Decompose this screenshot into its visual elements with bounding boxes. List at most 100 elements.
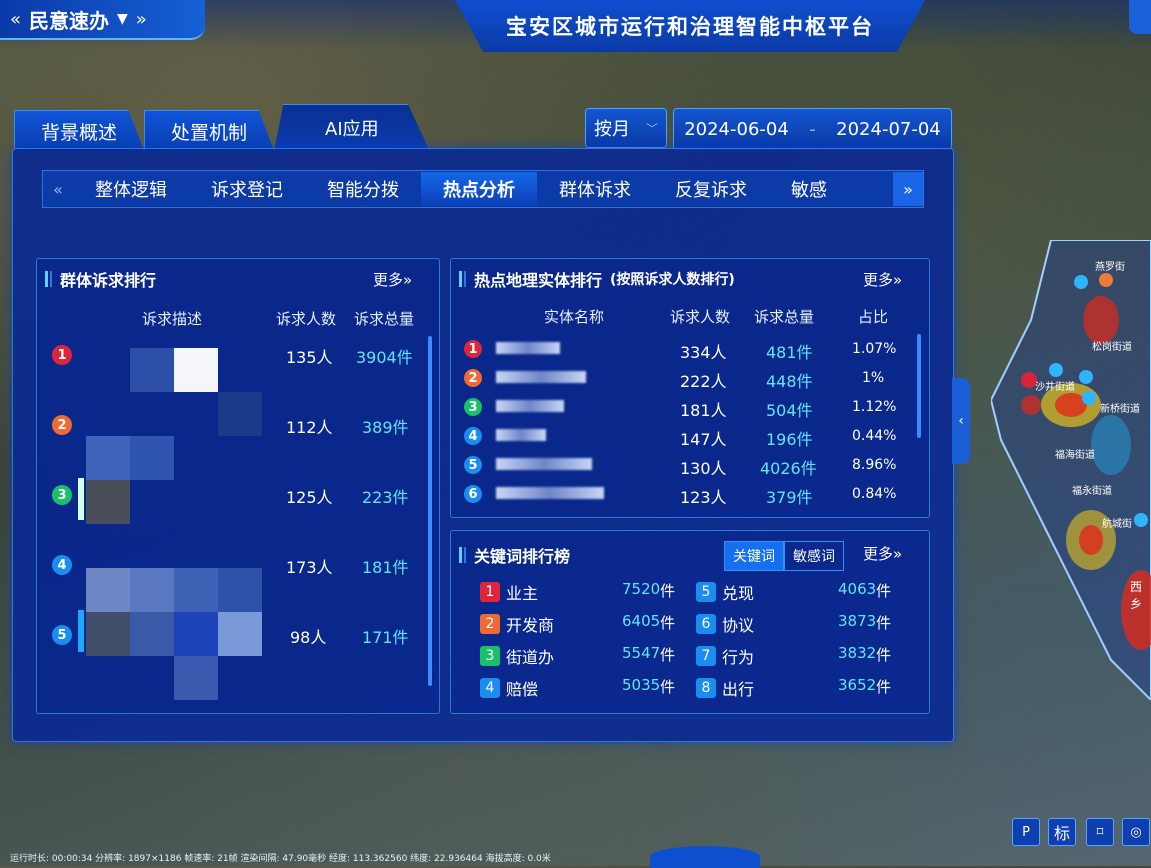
keyword-word: 街道办 (506, 648, 555, 667)
date-end[interactable]: 2024-07-04 (836, 119, 941, 140)
dropdown-triangle-icon[interactable]: ▼ (117, 11, 128, 27)
group-row-2-people: 112人 (286, 418, 333, 437)
blurred-entity-name (496, 429, 546, 441)
rank-badge: 6 (464, 485, 482, 503)
frame-tool-button[interactable]: ⌑ (1086, 818, 1114, 846)
group-rank-more-link[interactable]: 更多» (373, 269, 412, 290)
keyword-word: 兑现 (722, 584, 755, 603)
group-row-2-total: 389件 (362, 418, 409, 437)
keyword-item: 8 出行 (696, 676, 754, 700)
geo-row-2-percent: 1% (862, 370, 885, 386)
locate-tool-button[interactable]: ◎ (1122, 818, 1150, 846)
subtab-hotspot-analysis[interactable]: 热点分析 (421, 172, 537, 206)
rank-badge: 4 (464, 427, 482, 445)
module-switcher[interactable]: « 民意速办 ▼ » (0, 0, 205, 40)
platform-title: 宝安区城市运行和治理智能中枢平台 (506, 15, 874, 39)
module-name: 民意速办 (29, 8, 110, 33)
keyword-word: 赔偿 (506, 680, 539, 699)
bottom-dock-button[interactable] (650, 846, 760, 868)
sub-tabs: « 整体逻辑 诉求登记 智能分拨 热点分析 群体诉求 反复诉求 敏感 » (42, 170, 924, 208)
geo-row-2-people: 222人 (680, 372, 727, 391)
keyword-count: 3873 (838, 612, 877, 630)
geo-rank-more-link[interactable]: 更多» (863, 269, 902, 290)
keyword-rank: 4 (480, 678, 500, 698)
geo-row-5-people: 130人 (680, 459, 727, 478)
keyword-unit: 件 (876, 678, 892, 696)
row-highlight (78, 610, 84, 652)
period-select-value: 按月 (594, 119, 630, 140)
date-range-picker[interactable]: 2024-06-04 - 2024-07-04 (673, 108, 952, 150)
title-bar-icon (45, 271, 52, 287)
rank-badge: 1 (52, 345, 72, 365)
group-rank-title: 群体诉求排行 (60, 271, 157, 290)
geo-row-6-total: 379件 (766, 488, 813, 507)
keyword-item: 1 业主 (480, 580, 538, 604)
rank-badge: 3 (464, 398, 482, 416)
geo-row-4-total: 196件 (766, 430, 813, 449)
date-start[interactable]: 2024-06-04 (684, 119, 789, 140)
map-label-xinqiao: 新桥街道 (1100, 404, 1140, 415)
double-chevron-left-icon[interactable]: « (43, 172, 73, 206)
keyword-word: 开发商 (506, 616, 555, 635)
keyword-more-link[interactable]: 更多» (863, 543, 902, 564)
col-entity: 实体名称 (544, 308, 605, 326)
keyword-rank: 8 (696, 678, 716, 698)
map-label-fuhai: 福海街道 (1055, 450, 1095, 461)
map-label-shajing: 沙井街道 (1035, 382, 1075, 393)
map-label-hangcheng: 航城街 (1102, 519, 1132, 530)
subtab-sensitive[interactable]: 敏感 (769, 172, 831, 206)
col-people: 诉求人数 (276, 310, 337, 328)
group-row-1-total: 3904件 (356, 348, 413, 367)
keyword-count: 3652 (838, 676, 877, 694)
keyword-unit: 件 (876, 646, 892, 664)
chevron-down-icon: ﹀ (645, 121, 658, 136)
period-select[interactable]: 按月 ﹀ (585, 108, 667, 148)
scrollbar[interactable] (428, 336, 432, 686)
scrollbar[interactable] (917, 334, 921, 438)
tab-background[interactable]: 背景概述 (14, 110, 145, 151)
keyword-item: 4 赔偿 (480, 676, 538, 700)
row-highlight (78, 478, 84, 520)
double-chevron-left-icon[interactable]: « (10, 9, 21, 30)
parking-tool-button[interactable]: P (1012, 818, 1040, 846)
marker-tool-button[interactable]: 标 (1048, 818, 1076, 846)
subtab-dispatch[interactable]: 智能分拨 (305, 172, 421, 206)
rank-badge: 3 (52, 485, 72, 505)
keyword-rank: 6 (696, 614, 716, 634)
subtab-repeat-appeal[interactable]: 反复诉求 (653, 172, 769, 206)
platform-title-plate: 宝安区城市运行和治理智能中枢平台 (455, 0, 925, 52)
keyword-header: 关键词排行榜 (459, 543, 570, 567)
title-bar-icon (459, 271, 466, 287)
keyword-count: 5035 (622, 676, 661, 694)
geo-row-6-people: 123人 (680, 488, 727, 507)
map-label-xixiang: 西乡 (1130, 580, 1143, 611)
blurred-entity-name (496, 487, 604, 499)
col-total: 诉求总量 (754, 308, 815, 326)
keyword-count: 4063 (838, 580, 877, 598)
geo-row-5-total: 4026件 (760, 459, 817, 478)
group-row-5-total: 171件 (362, 628, 409, 647)
subtab-registration[interactable]: 诉求登记 (189, 172, 305, 206)
geo-row-1-people: 334人 (680, 343, 727, 362)
keyword-word: 业主 (506, 584, 539, 603)
subtab-group-appeal[interactable]: 群体诉求 (537, 172, 653, 206)
keyword-type-toggle: 关键词 敏感词 (724, 541, 844, 571)
geo-row-3-people: 181人 (680, 401, 727, 420)
tab-ai-application[interactable]: AI应用 (274, 104, 430, 151)
status-bar: 运行时长: 00:00:34 分辨率: 1897×1186 帧速率: 21帧 渲… (10, 854, 551, 864)
double-chevron-right-icon[interactable]: » (893, 172, 923, 206)
keyword-rank: 7 (696, 646, 716, 666)
panel-collapse-handle[interactable]: ‹ (952, 378, 970, 464)
group-row-4-people: 173人 (286, 558, 333, 577)
col-total: 诉求总量 (354, 310, 415, 328)
keyword-item: 3 街道办 (480, 644, 554, 668)
rank-badge: 1 (464, 340, 482, 358)
subtab-overall-logic[interactable]: 整体逻辑 (73, 172, 189, 206)
map-label-yanluo: 燕罗街 (1095, 262, 1125, 273)
tab-mechanism[interactable]: 处置机制 (144, 110, 275, 151)
tab-keywords[interactable]: 关键词 (724, 541, 784, 571)
keyword-unit: 件 (660, 678, 676, 696)
double-chevron-right-icon[interactable]: » (136, 9, 147, 30)
rank-badge: 5 (52, 625, 72, 645)
tab-sensitive-words[interactable]: 敏感词 (784, 541, 844, 571)
